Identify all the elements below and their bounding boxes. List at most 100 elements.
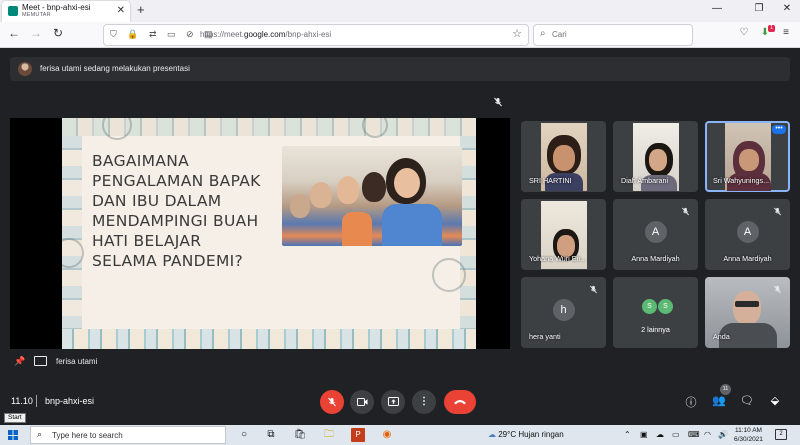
people-icon[interactable]: 👥 (712, 394, 726, 407)
start-tooltip: Start (4, 413, 26, 423)
banner-text: ferisa utami sedang melakukan presentasi (40, 64, 190, 73)
meeting-control-bar: 11.10 bnp-ahxi-esi ⋮ ⓘ 👥 11 🗨 ⬙ (0, 383, 800, 421)
participant-tile[interactable]: h hera yanti (521, 277, 606, 348)
pocket-icon[interactable]: ♡ (737, 27, 751, 38)
present-now-button[interactable] (381, 390, 405, 414)
presenter-avatar (18, 62, 32, 76)
postmark-stamp (102, 118, 132, 140)
clock-date: 6/30/2021 (734, 436, 763, 443)
presentation-banner: ferisa utami sedang melakukan presentasi (10, 57, 790, 81)
microphone-toggle-button[interactable] (320, 390, 344, 414)
participant-name: Sri Wahyunings... (713, 176, 770, 185)
present-screen-icon (387, 397, 399, 406)
child-figure (362, 172, 386, 202)
presentation-slide: BAGAIMANA PENGALAMAN BAPAK DAN IBU DALAM… (62, 118, 476, 349)
bookmark-star-icon[interactable]: ☆ (512, 27, 522, 40)
participant-tile-active[interactable]: ••• Sri Wahyunings... (705, 121, 790, 192)
participant-avatar: h (552, 299, 575, 321)
volume-icon[interactable]: 🔊 (718, 430, 728, 439)
search-icon: ⌕ (37, 429, 43, 439)
people-count-badge: 11 (720, 384, 731, 395)
slide-stamp-border-left (62, 136, 82, 329)
network-icon[interactable]: ⌨ (688, 430, 700, 439)
participant-tile[interactable]: SRI HARTINI (521, 121, 606, 192)
extension-badge: 1 (768, 25, 775, 32)
cortana-icon[interactable]: ○ (237, 428, 251, 442)
tab-subtitle: MEMUTAR (22, 12, 51, 18)
child-figure (290, 194, 310, 218)
new-tab-icon[interactable]: + (137, 2, 145, 17)
reload-icon[interactable]: ↻ (50, 26, 66, 40)
meet-favicon-icon (8, 6, 18, 16)
presentation-stage[interactable]: BAGAIMANA PENGALAMAN BAPAK DAN IBU DALAM… (10, 118, 510, 349)
browser-tab-meet[interactable]: Meet - bnp-ahxi-esi MEMUTAR ✕ (2, 1, 130, 22)
notification-center-icon[interactable]: 2 (775, 429, 787, 440)
file-explorer-icon[interactable]: 🗀 (322, 428, 336, 442)
browser-tab-bar: Meet - bnp-ahxi-esi MEMUTAR ✕ + — ❐ ✕ (0, 0, 800, 22)
weather-widget[interactable]: ☁ 29°C Hujan ringan (488, 430, 564, 439)
participant-tile[interactable]: Diah Ambarani (613, 121, 698, 192)
weather-icon: ☁ (488, 430, 496, 439)
firefox-icon[interactable]: ◉ (380, 428, 394, 442)
children-photo (282, 146, 462, 246)
menu-hamburger-icon[interactable]: ≡ (779, 27, 793, 38)
divider (36, 395, 37, 407)
participant-avatar: A (644, 221, 667, 243)
child-figure (310, 182, 332, 208)
mic-off-icon (774, 207, 781, 216)
search-icon: ⌕ (540, 28, 546, 39)
child-figure (337, 176, 359, 204)
participant-tile[interactable]: Yohana Wuri En... (521, 199, 606, 270)
slide-stamp-border-bottom (62, 329, 476, 349)
onedrive-icon[interactable]: ☁ (656, 430, 664, 439)
taskbar-search-box[interactable]: ⌕ Type here to search (30, 426, 226, 444)
self-tile[interactable]: Anda (705, 277, 790, 348)
url-text: https://meet.google.com/bnp-ahxi-esi (200, 30, 332, 39)
participant-name: Yohana Wuri En... (529, 254, 587, 263)
participant-tile[interactable]: A Anna Mardiyah (613, 199, 698, 270)
child-shirt (342, 212, 372, 246)
notification-count: 2 (779, 431, 783, 437)
participant-name: Diah Ambarani (621, 176, 669, 185)
participant-name: Anna Mardiyah (631, 254, 680, 263)
pin-icon[interactable]: 📌 (14, 356, 25, 367)
more-options-button[interactable]: ⋮ (412, 390, 436, 414)
slide-stamp-border-right (460, 136, 476, 329)
tab-title: Meet - bnp-ahxi-esi (22, 3, 91, 12)
task-view-icon[interactable]: ⧉ (264, 428, 278, 442)
participant-name: hera yanti (529, 332, 561, 341)
minimize-window-icon[interactable]: — (706, 3, 728, 14)
hang-up-icon (454, 400, 466, 405)
browser-search-box[interactable]: ⌕ Cari (534, 25, 692, 45)
close-window-icon[interactable]: ✕ (776, 3, 798, 14)
presenter-name: ferisa utami (56, 357, 98, 366)
powerpoint-icon[interactable]: P (351, 428, 365, 442)
forward-arrow-icon[interactable]: → (28, 26, 44, 40)
clock-time: 11:10 AM (734, 427, 762, 434)
more-options-icon[interactable]: ••• (772, 125, 786, 134)
taskbar-search-placeholder: Type here to search (52, 431, 123, 440)
back-arrow-icon[interactable]: ← (6, 26, 22, 40)
camera-toggle-button[interactable] (350, 390, 374, 414)
store-icon[interactable]: 🛍 (293, 428, 307, 442)
meet-tray-icon[interactable]: ▣ (640, 430, 648, 439)
participant-name: SRI HARTINI (529, 176, 572, 185)
restore-window-icon[interactable]: ❐ (748, 3, 770, 14)
display-icon[interactable]: ▭ (672, 430, 680, 439)
windows-start-icon[interactable] (8, 430, 18, 440)
postmark-stamp (432, 258, 466, 292)
wifi-icon[interactable]: ◠ (704, 430, 711, 439)
participant-tile[interactable]: A Anna Mardiyah (705, 199, 790, 270)
others-tile[interactable]: S S 2 lainnya (613, 277, 698, 348)
close-tab-icon[interactable]: ✕ (117, 4, 125, 18)
chat-icon[interactable]: 🗨 (740, 394, 754, 407)
address-bar[interactable]: ⛉ 🔒 ⇄ ▭ ⊘ ▤ https://meet.google.com/bnp-… (104, 25, 528, 45)
weather-text: 29°C Hujan ringan (498, 430, 564, 439)
search-placeholder: Cari (552, 30, 567, 39)
leave-call-button[interactable] (444, 390, 476, 414)
meeting-details-icon[interactable]: ⓘ (684, 394, 698, 410)
others-avatar: S (642, 299, 657, 314)
activities-icon[interactable]: ⬙ (768, 394, 782, 407)
show-hidden-icons-icon[interactable]: ⌃ (624, 430, 631, 439)
taskbar-clock[interactable]: 11:10 AM 6/30/2021 (734, 426, 763, 444)
